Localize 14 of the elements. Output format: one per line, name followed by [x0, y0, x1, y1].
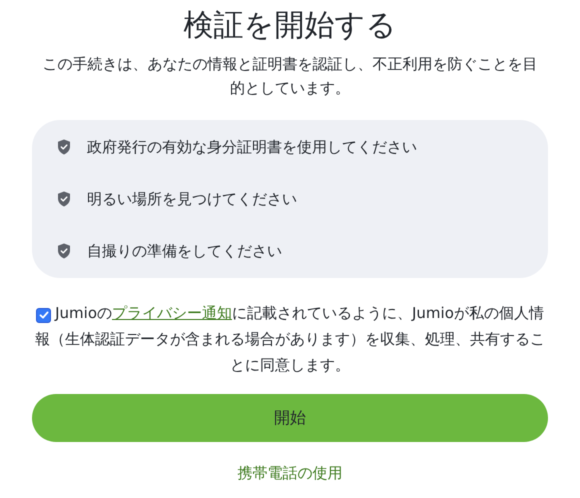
requirement-text: 政府発行の有効な身分証明書を使用してください [87, 138, 417, 156]
privacy-notice-link[interactable]: プライバシー通知 [112, 304, 232, 322]
checkmark-icon [38, 309, 50, 321]
description-text: この手続きは、あなたの情報と証明書を認証し、不正利用を防ぐことを目的としています。 [42, 54, 538, 99]
consent-checkbox[interactable] [36, 308, 52, 322]
consent-text: Jumioのプライバシー通知に記載されているように、Jumioが私の個人情報（生体認証データが含まれる場合があります）を収集、処理、共有することに同意します。 [34, 303, 546, 376]
shield-check-icon [57, 191, 71, 207]
shield-check-icon [57, 139, 71, 155]
shield-check-icon [57, 243, 71, 259]
start-button[interactable]: 開始 [32, 394, 548, 442]
requirement-text: 明るい場所を見つけてください [87, 190, 297, 208]
page-title: 検証を開始する [184, 7, 396, 45]
use-phone-link[interactable]: 携帯電話の使用 [238, 464, 342, 483]
requirement-text: 自撮りの準備をしてください [87, 242, 282, 260]
